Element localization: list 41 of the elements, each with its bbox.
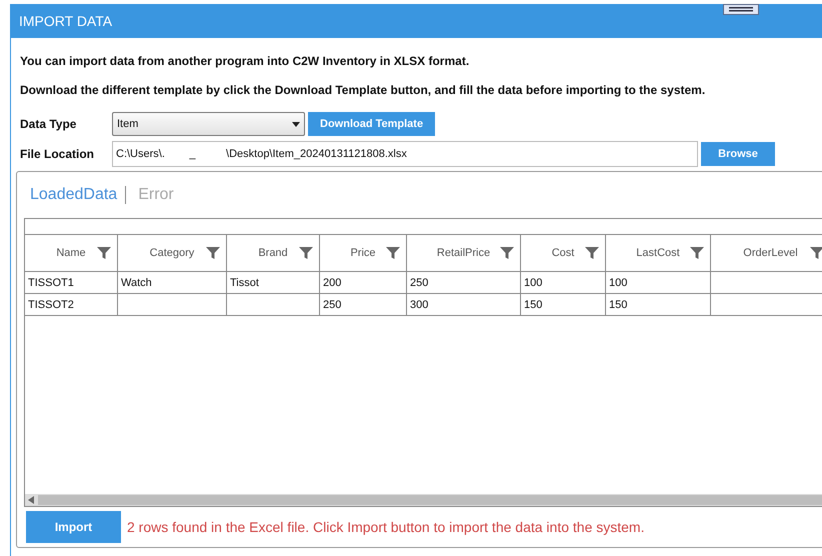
filter-icon[interactable] [299, 246, 313, 260]
table-cell: 150 [521, 294, 606, 315]
column-header[interactable]: OrderLevel [711, 235, 822, 271]
data-type-dropdown[interactable]: Item [112, 112, 305, 136]
column-header[interactable]: RetailPrice [407, 235, 521, 271]
bars-icon [729, 7, 753, 12]
filter-icon[interactable] [500, 246, 514, 260]
field-label: File Location [20, 147, 96, 161]
scrollbar[interactable] [25, 494, 822, 506]
column-header[interactable]: Category [118, 235, 227, 271]
scroll-left-icon [28, 496, 34, 504]
filter-icon[interactable] [810, 246, 822, 260]
instruction-text: Download the different template by click the Download Template button, and fill the data before importing to the system. [20, 82, 706, 98]
table-cell: 150 [606, 294, 711, 315]
filter-icon[interactable] [585, 246, 599, 260]
column-header[interactable]: Price [320, 235, 407, 271]
table-cell: 100 [606, 272, 711, 293]
column-header[interactable]: Name [25, 235, 118, 271]
table-cell: TISSOT2 [25, 294, 118, 315]
caret-icon [292, 122, 300, 126]
window-title: IMPORT DATA [19, 13, 112, 29]
column-header[interactable]: Cost [521, 235, 606, 271]
table-cell: Watch [118, 272, 227, 293]
minimize-button[interactable] [723, 4, 759, 15]
field-label: Data Type [20, 117, 78, 131]
column-header[interactable]: Brand [227, 235, 320, 271]
table-cell: Tissot [227, 272, 320, 293]
table-cell: 100 [521, 272, 606, 293]
table-cell: 300 [407, 294, 521, 315]
column-header[interactable]: LastCost [606, 235, 711, 271]
table-cell: 200 [320, 272, 407, 293]
table-cell: 250 [407, 272, 521, 293]
status-message: 2 rows found in the Excel file. Click Import button to import the data into the system. [127, 519, 644, 535]
filter-icon[interactable] [386, 246, 400, 260]
filter-icon[interactable] [690, 246, 704, 260]
filter-icon[interactable] [206, 246, 220, 260]
table-cell: 250 [320, 294, 407, 315]
file-location-field[interactable]: C:\Users\. _ \Desktop\Item_20240131121808.xlsx [112, 141, 698, 167]
instruction-text: You can import data from another program into C2W Inventory in XLSX format. [20, 53, 470, 69]
table-cell: TISSOT1 [25, 272, 118, 293]
filter-icon[interactable] [97, 246, 111, 260]
